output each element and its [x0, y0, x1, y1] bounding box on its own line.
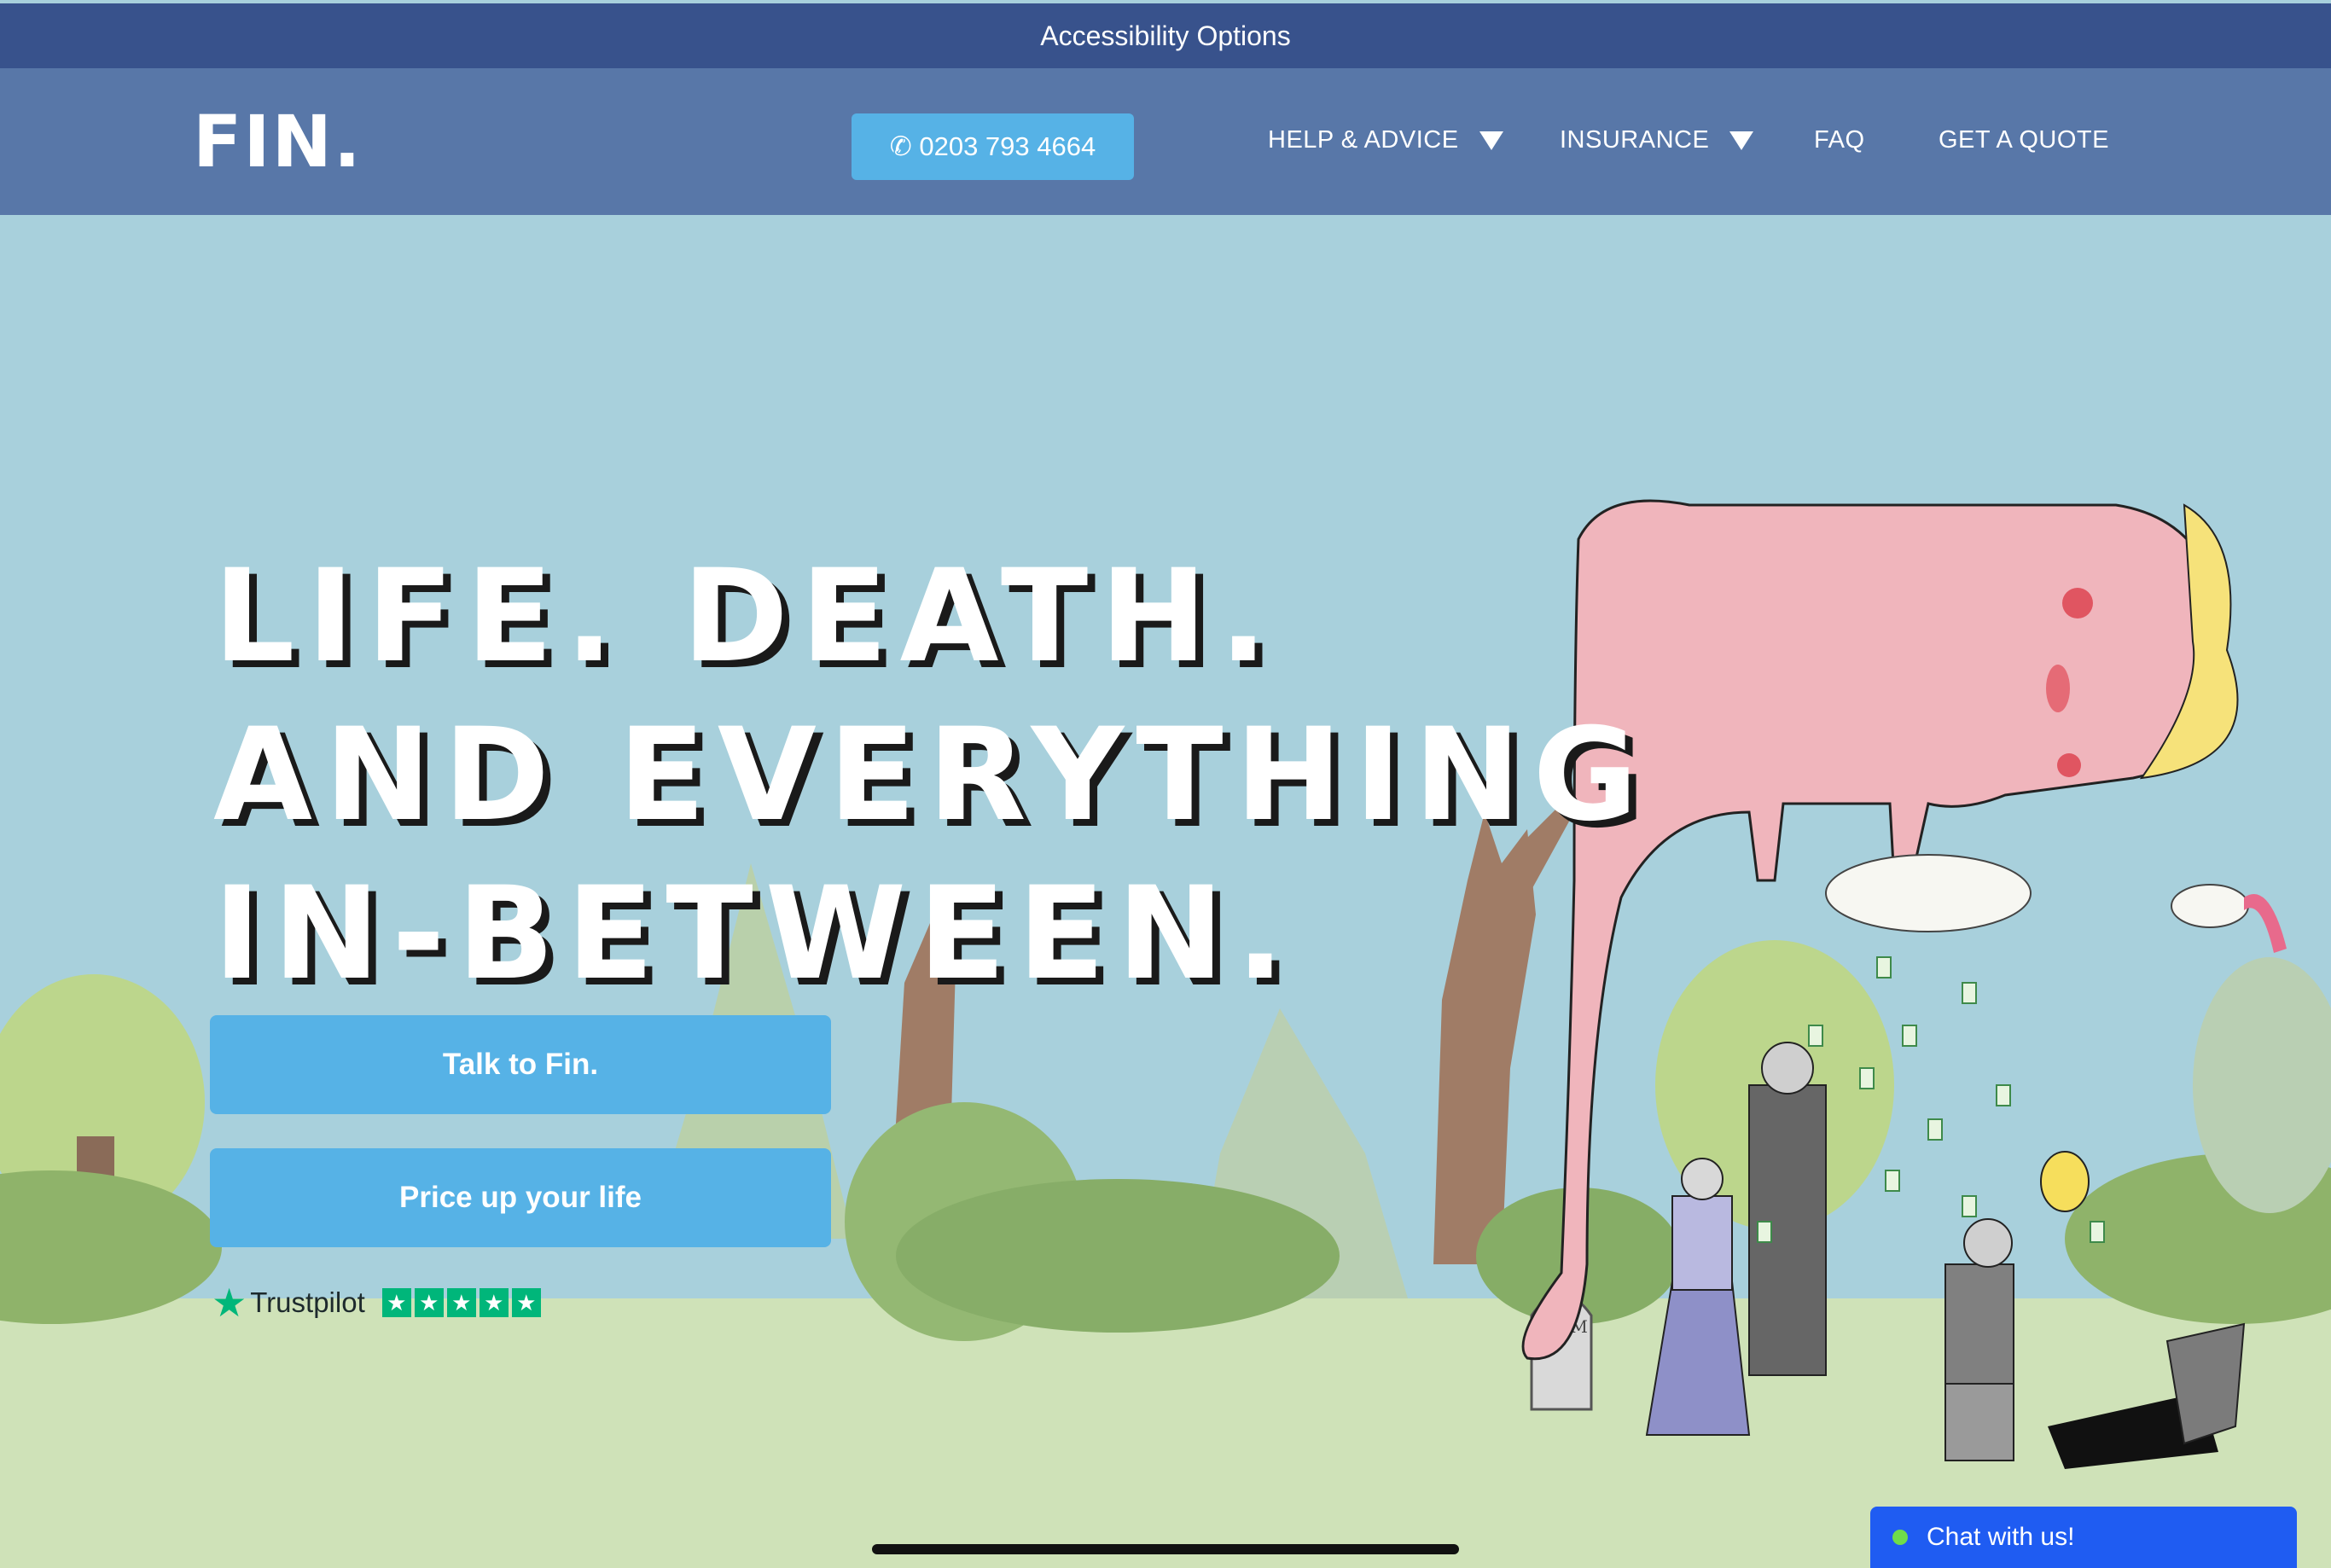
- talk-to-fin-button[interactable]: Talk to Fin.: [210, 1015, 831, 1114]
- nav-insurance-label[interactable]: INSURANCE: [1560, 126, 1709, 154]
- nav-get-a-quote[interactable]: GET A QUOTE: [1939, 126, 2109, 154]
- headline-line-1: LIFE. DEATH.: [213, 543, 1280, 691]
- star-icon: ★: [414, 1288, 444, 1317]
- nav-faq-label[interactable]: FAQ: [1814, 126, 1865, 154]
- headline-line-3: IN-BETWEEN.: [213, 860, 1297, 1008]
- trustpilot-logo[interactable]: ★ Trustpilot: [212, 1283, 365, 1322]
- chevron-down-icon[interactable]: [1729, 131, 1754, 150]
- accessibility-options-bar[interactable]: Accessibility Options: [0, 3, 2331, 68]
- hero-headline: LIFE. DEATH. AND EVERYTHING IN-BETWEEN.: [213, 537, 1650, 1013]
- headline-line-2: AND EVERYTHING: [213, 701, 1650, 850]
- star-icon: ★: [446, 1288, 476, 1317]
- site-header: FIN. ✆ 0203 793 4664 HELP & ADVICE INSUR…: [0, 68, 2331, 215]
- trustpilot-label: Trustpilot: [250, 1286, 365, 1318]
- trustpilot-widget[interactable]: ★ Trustpilot ★ ★ ★ ★ ★: [212, 1283, 541, 1322]
- chat-widget-button[interactable]: Chat with us!: [1870, 1507, 2297, 1568]
- nav-help-advice-label[interactable]: HELP & ADVICE: [1268, 126, 1459, 154]
- trustpilot-star-icon: ★: [212, 1281, 247, 1325]
- star-icon: ★: [479, 1288, 509, 1317]
- online-status-dot: [1892, 1530, 1908, 1545]
- chevron-down-icon[interactable]: [1479, 131, 1503, 150]
- trustpilot-rating-stars: ★ ★ ★ ★ ★: [381, 1288, 541, 1317]
- star-icon: ★: [381, 1288, 411, 1317]
- fin-logo[interactable]: FIN.: [193, 106, 363, 177]
- star-icon: ★: [511, 1288, 541, 1317]
- nav-get-a-quote-label[interactable]: GET A QUOTE: [1939, 126, 2109, 154]
- chat-label: Chat with us!: [1927, 1523, 2075, 1551]
- phone-button[interactable]: ✆ 0203 793 4664: [852, 113, 1134, 180]
- nav-insurance[interactable]: INSURANCE: [1560, 126, 1754, 154]
- hero-section: MUM: [0, 215, 2331, 1568]
- home-indicator[interactable]: [872, 1544, 1459, 1554]
- price-up-your-life-button[interactable]: Price up your life: [210, 1148, 831, 1247]
- nav-help-advice[interactable]: HELP & ADVICE: [1268, 126, 1503, 154]
- nav-faq[interactable]: FAQ: [1814, 126, 1865, 154]
- accessibility-options-label[interactable]: Accessibility Options: [1040, 20, 1290, 52]
